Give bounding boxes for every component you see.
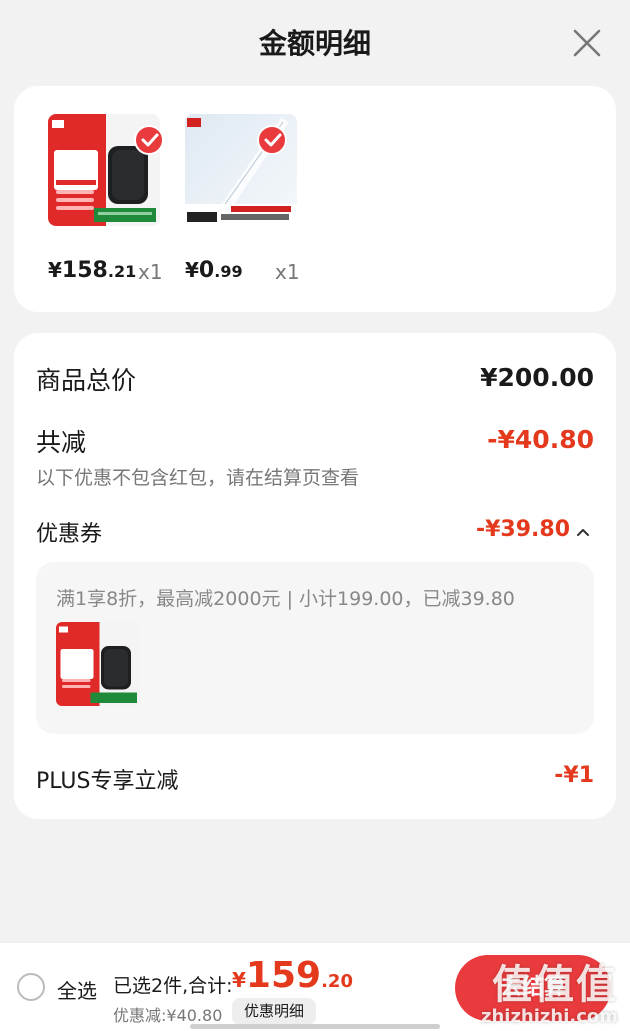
total-amount: ¥159.20 xyxy=(232,955,353,996)
plus-discount-value: -¥1 xyxy=(554,763,594,788)
product-quantity: x1 xyxy=(275,260,300,284)
product-quantity: x1 xyxy=(138,260,163,284)
total-price-label: 商品总价 xyxy=(36,366,137,395)
selected-check-icon[interactable] xyxy=(134,125,164,155)
coupon-detail-text: 满1享8折，最高减2000元 | 小计199.00，已减39.80 xyxy=(56,588,515,610)
product-price: ¥0.99 xyxy=(185,258,243,283)
coupon-label: 优惠券 xyxy=(36,522,103,547)
close-icon[interactable] xyxy=(572,28,602,58)
coupon-product-image xyxy=(56,622,140,706)
reduce-label: 共减 xyxy=(36,428,87,457)
checkout-bar: 全选 已选2件,合计: ¥159.20 优惠减:¥40.80 优惠明细 去结算 xyxy=(0,942,630,1031)
coupon-value: -¥39.80 xyxy=(475,517,570,542)
reduce-note: 以下优惠不包含红包，请在结算页查看 xyxy=(36,467,360,489)
select-all-radio[interactable] xyxy=(17,973,45,1001)
sheet-title: 金额明细 xyxy=(258,27,371,60)
reduce-value: -¥40.80 xyxy=(487,425,594,454)
checkout-button[interactable]: 去结算 xyxy=(455,955,611,1021)
products-card: ¥158.21 x1 ¥0.99 x1 xyxy=(14,86,616,312)
selected-check-icon[interactable] xyxy=(257,125,287,155)
coupon-detail-panel: 满1享8折，最高减2000元 | 小计199.00，已减39.80 xyxy=(36,562,594,734)
select-all-label[interactable]: 全选 xyxy=(57,975,97,1004)
plus-discount-label: PLUS专享立减 xyxy=(36,769,179,794)
discount-detail-button[interactable]: 优惠明细 xyxy=(232,998,317,1025)
chevron-up-icon[interactable] xyxy=(576,518,590,543)
discount-amount: 优惠减:¥40.80 xyxy=(113,1006,223,1025)
price-breakdown-card: 商品总价 ¥200.00 共减 -¥40.80 以下优惠不包含红包，请在结算页查… xyxy=(14,333,616,819)
total-price-value: ¥200.00 xyxy=(480,363,594,392)
home-indicator[interactable] xyxy=(190,1024,440,1029)
coupon-toggle[interactable]: -¥39.80 xyxy=(476,517,590,543)
selected-summary: 已选2件,合计: xyxy=(113,975,233,997)
product-price: ¥158.21 xyxy=(48,258,137,283)
amount-detail-sheet: 金额明细 ¥158.21 x1 ¥0.99 x1 商品总价 ¥200.00 共减… xyxy=(0,0,630,1031)
